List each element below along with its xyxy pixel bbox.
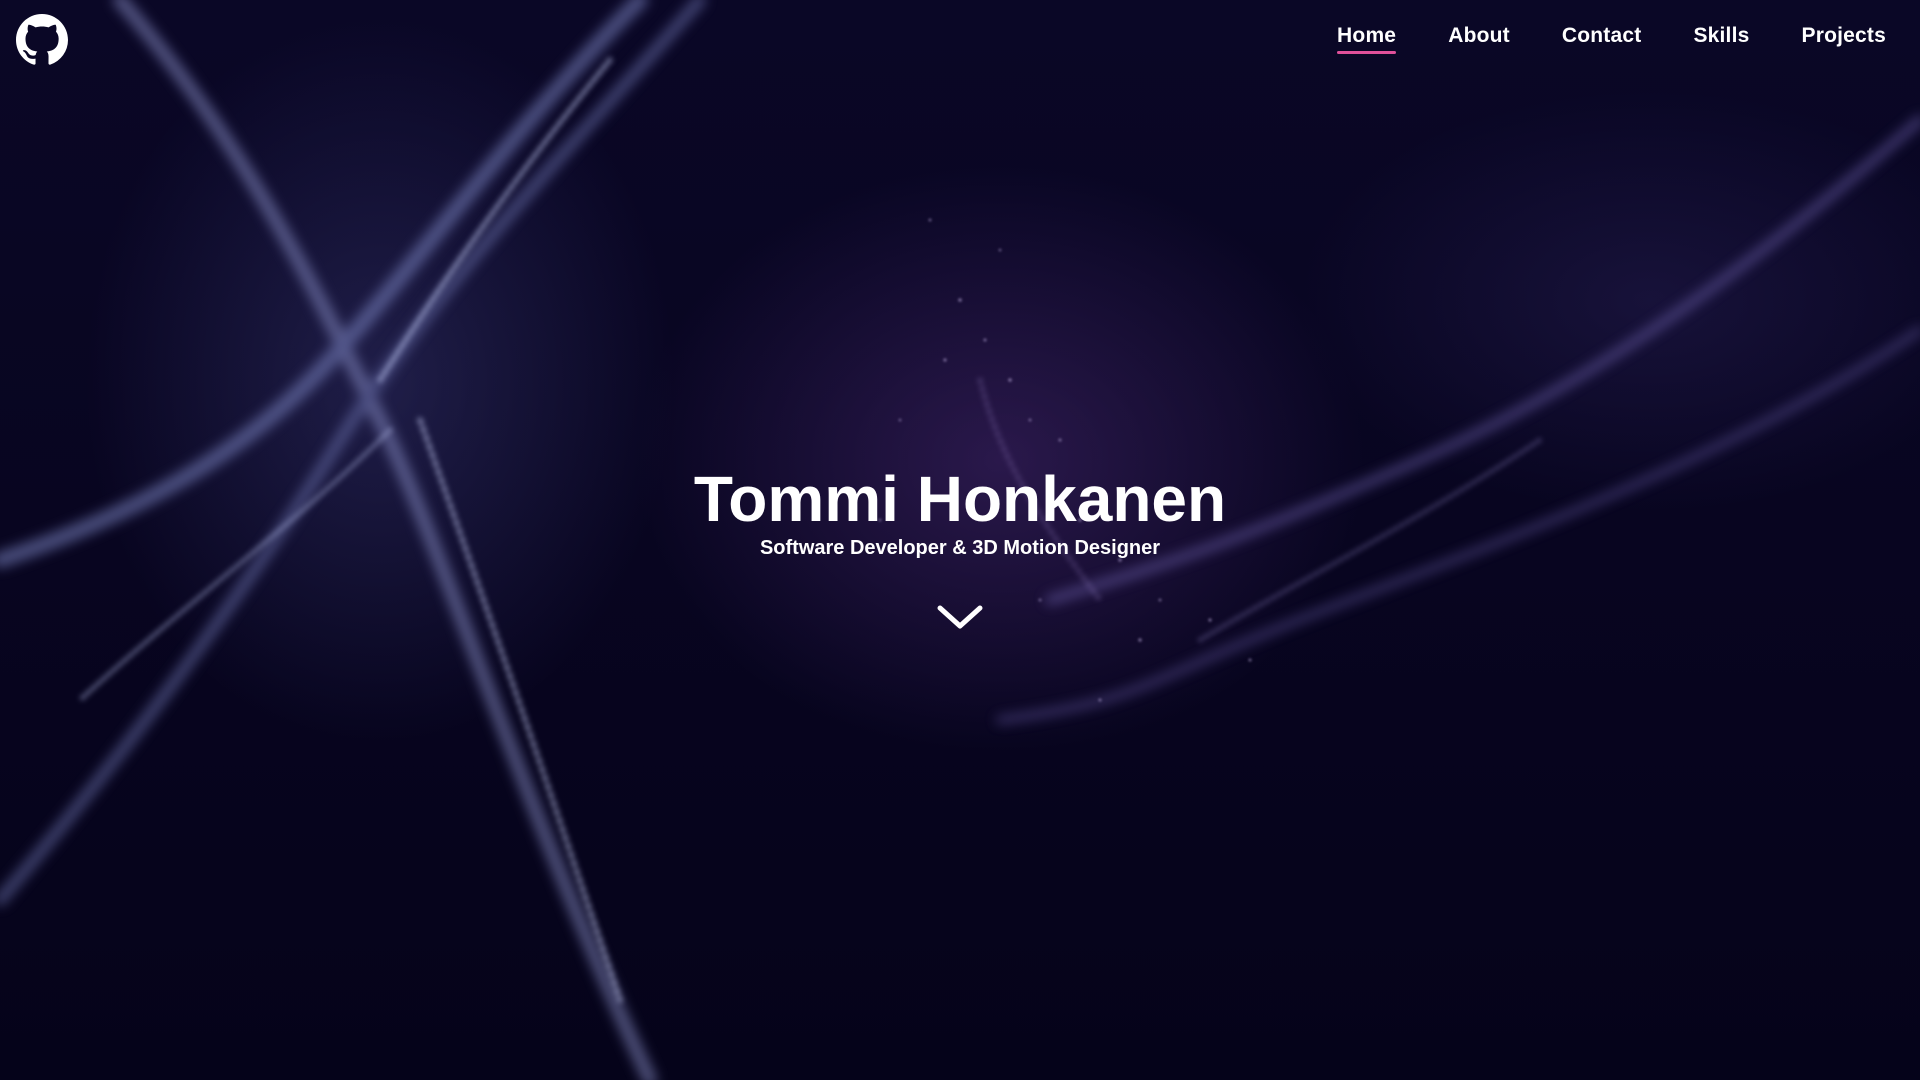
nav-about[interactable]: About (1448, 24, 1510, 54)
nav-projects[interactable]: Projects (1802, 24, 1886, 54)
hero-subtitle: Software Developer & 3D Motion Designer (759, 537, 1161, 559)
hero-section: Tommi Honkanen Software Developer & 3D M… (0, 462, 1920, 560)
main-nav: Home About Contact Skills Projects (1337, 24, 1886, 54)
nav-home[interactable]: Home (1337, 24, 1397, 54)
nav-contact[interactable]: Contact (1562, 24, 1642, 54)
chevron-down-icon[interactable] (936, 600, 984, 634)
hero-title: Tommi Honkanen (693, 463, 1227, 535)
nav-skills[interactable]: Skills (1693, 24, 1749, 54)
github-icon[interactable] (16, 14, 68, 66)
